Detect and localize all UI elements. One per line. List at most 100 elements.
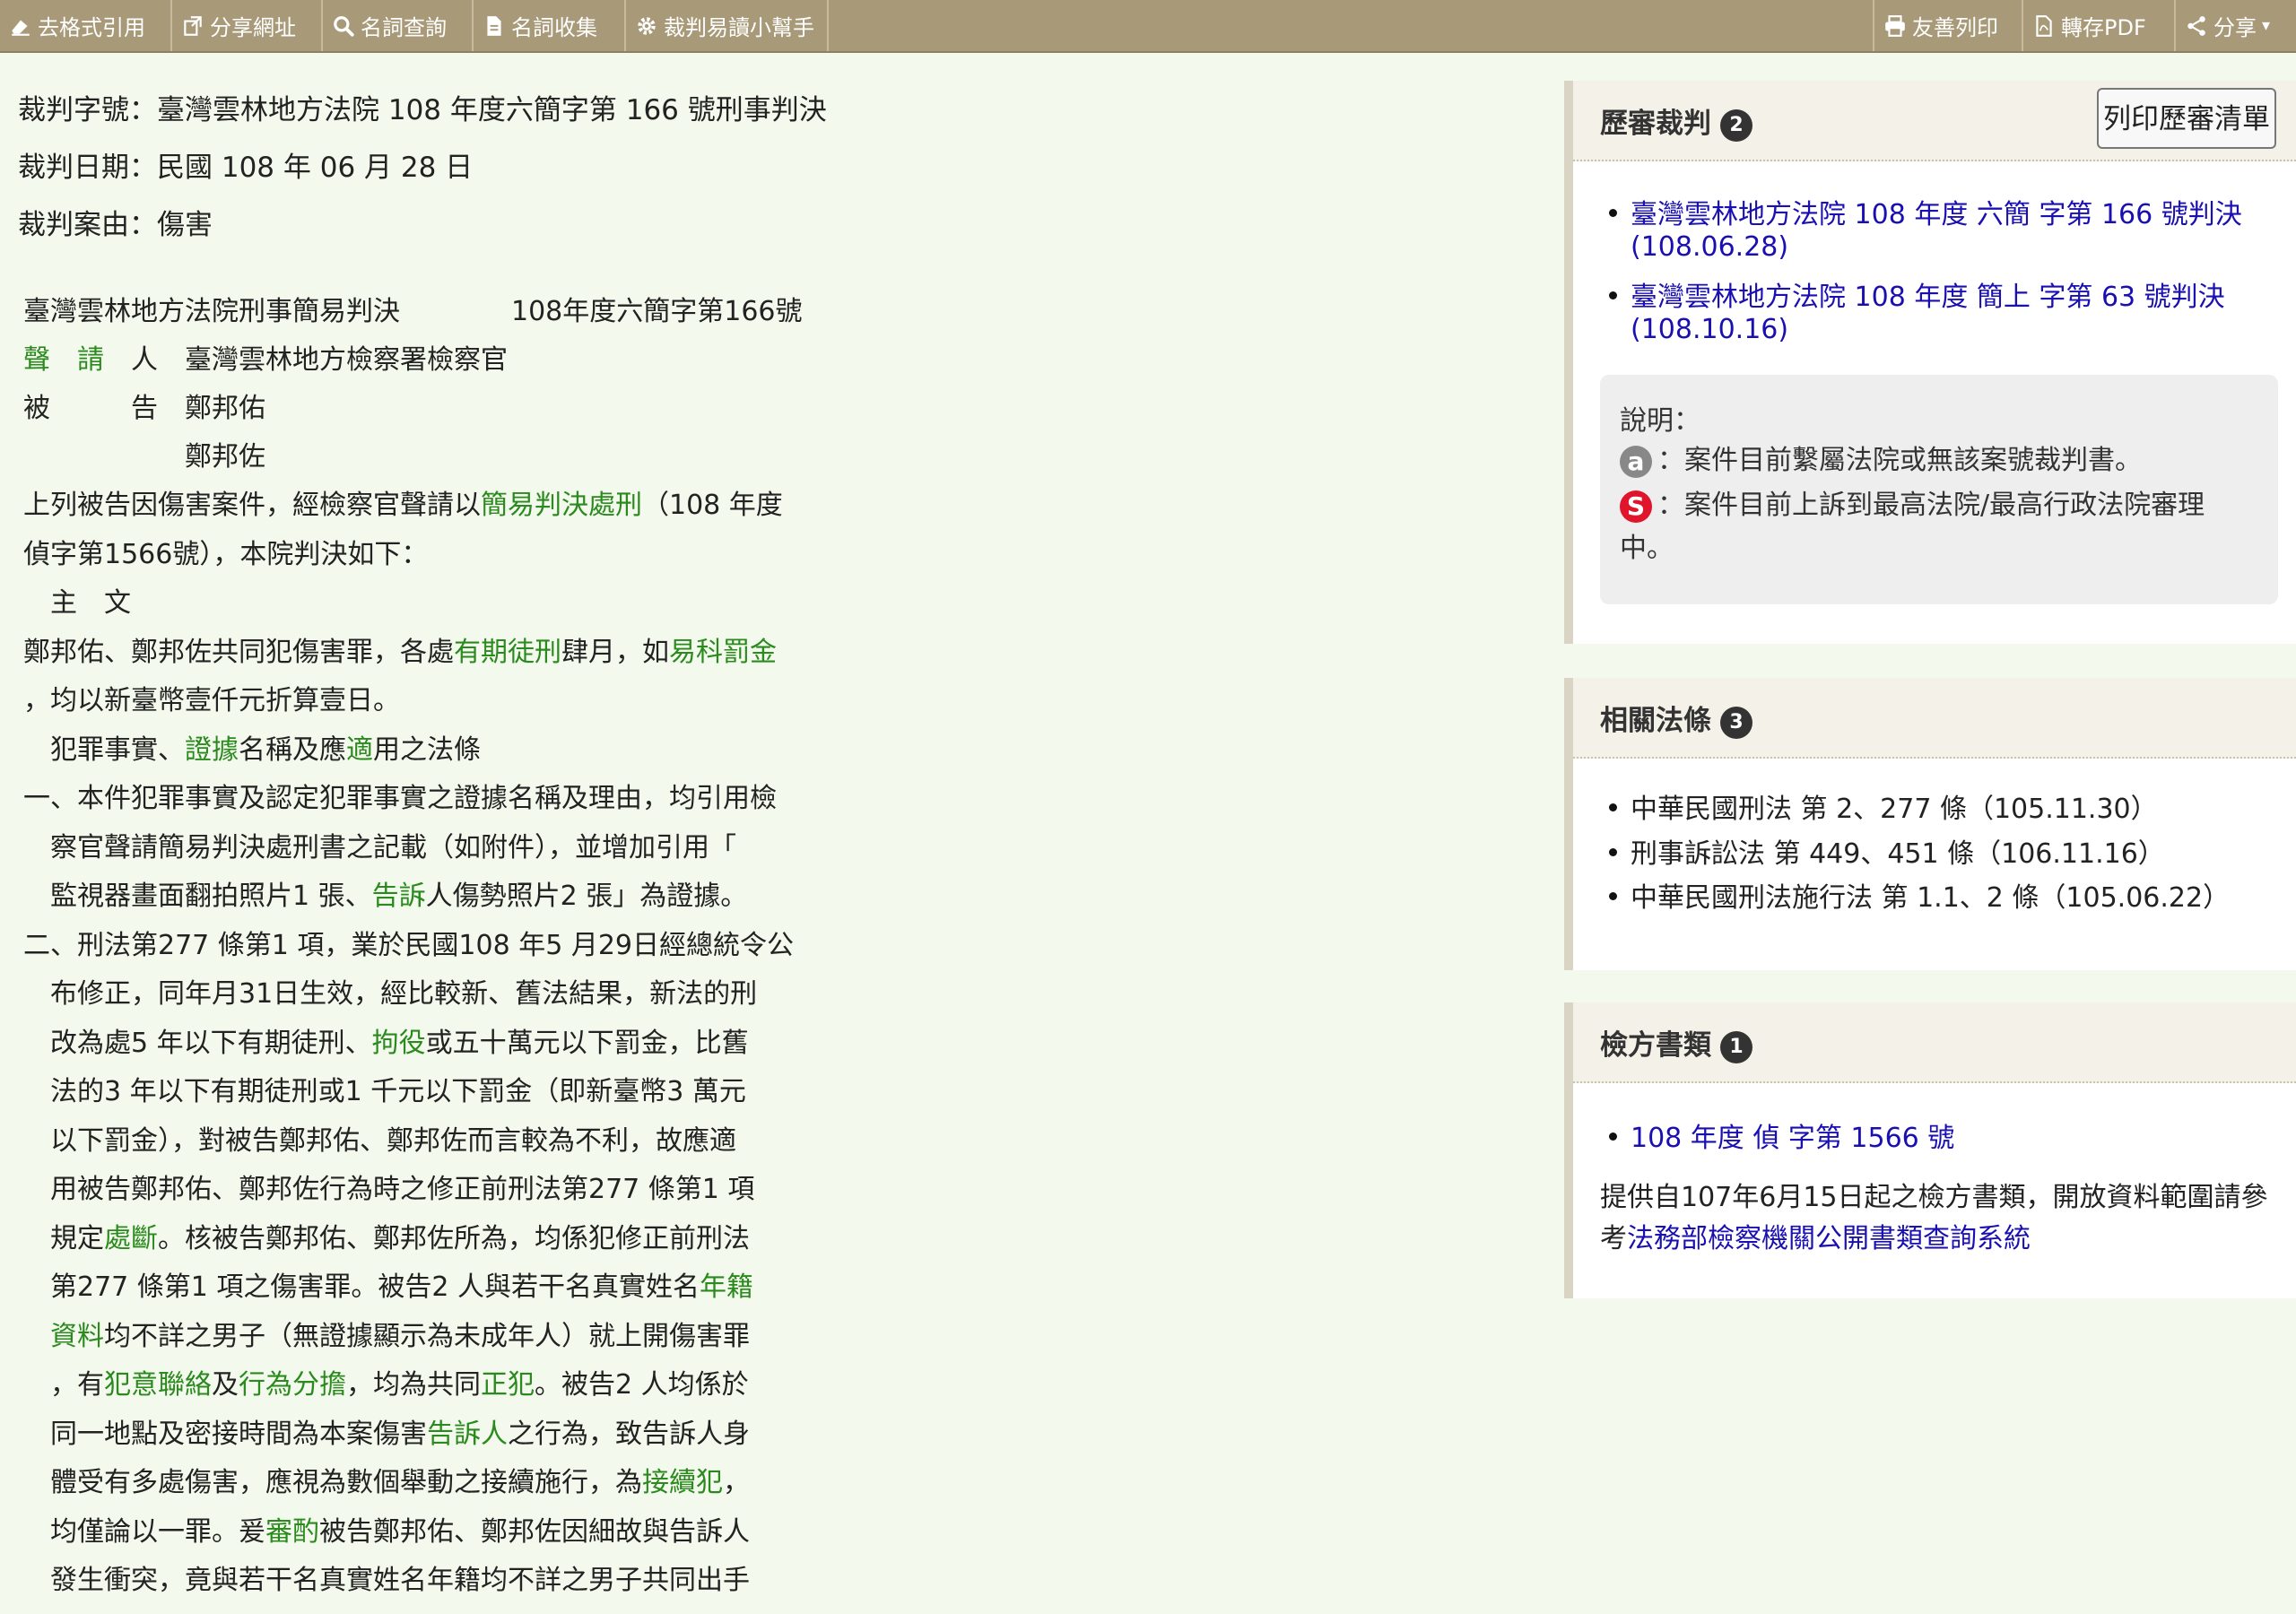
prosecutor-desc-line2: 考法務部檢察機關公開書類查詢系統 <box>1600 1216 2031 1255</box>
bullet-icon <box>1609 803 1617 811</box>
judgment-text: 。核被告鄭邦佑、鄭邦佐所為，均係犯修正前刑法 <box>158 1223 750 1254</box>
history-title-text: 歷審裁判 <box>1600 108 1711 140</box>
judgment-line: 用被告鄭邦佑、鄭邦佐行為時之修正前刑法第277 條第1 項 <box>23 1167 754 1206</box>
note-s-line: S ：案件目前上訴到最高法院/最高行政法院審理 <box>1620 482 2205 523</box>
law-item-3[interactable]: 中華民國刑法施行法 第 1.1、2 條（105.06.22） <box>1631 875 2230 915</box>
print-history-button[interactable]: 列印歷審清單 <box>2097 88 2276 149</box>
legal-term-link[interactable]: 告訴人 <box>427 1419 508 1450</box>
judgment-text: 用被告鄭邦佑、鄭邦佐行為時之修正前刑法第277 條第1 項 <box>23 1174 755 1205</box>
judgment-text: 被告鄭邦佑、鄭邦佐因細故與告訴人 <box>319 1516 750 1548</box>
judgment-text: 之行為，致告訴人身 <box>508 1419 750 1450</box>
judgment-text: 察官聲請簡易判決處刑書之記載（如附件），並增加引用「 <box>23 832 736 863</box>
legal-term-link[interactable]: 資料 <box>50 1321 104 1352</box>
judgment-text: ，有 <box>23 1369 104 1401</box>
judgment-text: 均僅論以一罪。爰 <box>23 1516 265 1548</box>
legal-term-link[interactable]: 接續犯 <box>642 1467 723 1498</box>
law-item-2[interactable]: 刑事訴訟法 第 449、451 條（106.11.16） <box>1631 831 2165 871</box>
legal-term-link[interactable]: 告訴 <box>372 881 426 912</box>
judgment-line: 上列被告因傷害案件，經檢察官聲請以簡易判決處刑（108 年度 <box>23 482 783 522</box>
chevron-down-icon: ▾ <box>2262 16 2271 35</box>
legal-term-link[interactable]: 適 <box>346 734 373 766</box>
judgment-text: 偵字第1566號），本院判決如下： <box>23 539 429 570</box>
law-item-1[interactable]: 中華民國刑法 第 2、277 條（105.11.30） <box>1631 786 2158 826</box>
share-button[interactable]: 分享 ▾ <box>2174 0 2296 51</box>
judgment-text: ，均以新臺幣壹仟元折算壹日。 <box>23 685 400 716</box>
note-title: 說明： <box>1620 405 1700 437</box>
legal-term-link[interactable]: 犯意聯絡 <box>104 1369 212 1401</box>
party-role-applicant: 聲 請 <box>23 344 104 376</box>
judgment-line: 犯罪事實、證據名稱及應適用之法條 <box>23 727 481 767</box>
judgment-line: 第277 條第1 項之傷害罪。被告2 人與若干名真實姓名年籍 <box>23 1264 753 1304</box>
legal-term-link[interactable]: 處斷 <box>104 1223 158 1254</box>
share-url-button[interactable]: 分享網址 <box>172 0 323 51</box>
prosecutor-count-badge: 1 <box>1720 1030 1752 1063</box>
legal-term-link[interactable]: 易科罰金 <box>669 637 777 668</box>
reading-helper-button[interactable]: 裁判易讀小幫手 <box>626 0 829 51</box>
legal-term-link[interactable]: 證據 <box>185 734 239 766</box>
judgment-line: 資料均不詳之男子（無證據顯示為未成年人）就上開傷害罪 <box>23 1314 750 1353</box>
legal-term-link[interactable]: 年籍 <box>700 1271 753 1303</box>
gear-icon <box>638 16 656 35</box>
judgment-text: 發生衝突，竟與若干名真實姓名年籍均不詳之男子共同出手 <box>23 1565 750 1596</box>
judgment-text: 及 <box>212 1369 239 1401</box>
judgment-line: 二、刑法第277 條第1 項，業於民國108 年5 月29日經總統令公 <box>23 923 794 962</box>
history-link-1-date[interactable]: (108.06.28) <box>1631 231 1788 263</box>
history-link-2[interactable]: 臺灣雲林地方法院 108 年度 簡上 字第 63 號判決 <box>1631 274 2225 314</box>
bullet-icon <box>1609 1132 1617 1141</box>
legal-term-link[interactable]: 行為分擔 <box>239 1369 346 1401</box>
term-collect-button[interactable]: 名詞收集 <box>474 0 626 51</box>
prosecutor-panel-title: 檢方書類 1 <box>1600 1022 1752 1063</box>
history-link-1[interactable]: 臺灣雲林地方法院 108 年度 六簡 字第 166 號判決 <box>1631 192 2242 231</box>
share-icon <box>2187 15 2205 36</box>
laws-title-text: 相關法條 <box>1600 705 1711 737</box>
prosecutor-panel-header: 檢方書類 1 <box>1573 1002 2296 1083</box>
prosecutor-desc-prefix: 考 <box>1600 1223 1627 1254</box>
history-link-2-date[interactable]: (108.10.16) <box>1631 314 1788 345</box>
unformat-cite-button[interactable]: 去格式引用 <box>0 0 172 51</box>
judgment-text: 人傷勢照片2 張」為證據。 <box>425 881 748 912</box>
party-defendant-name-2: 鄭邦佐 <box>185 441 265 473</box>
judgment-text: 以下罰金），對被告鄭邦佑、鄭邦佐而言較為不利，故應適 <box>23 1125 736 1157</box>
legal-term-link[interactable]: 簡易判決處刑 <box>481 490 642 521</box>
prosecutor-system-link[interactable]: 法務部檢察機關公開書類查詢系統 <box>1627 1223 2031 1254</box>
prosecutor-panel: 檢方書類 1 108 年度 偵 字第 1566 號 提供自107年6月15日起之檢… <box>1564 1002 2296 1298</box>
note-a-line: a ：案件目前繫屬法院或無該案號裁判書。 <box>1620 438 2142 478</box>
laws-panel: 相關法條 3 中華民國刑法 第 2、277 條（105.11.30） 刑事訴訟法 … <box>1564 678 2296 970</box>
judgment-line: 主 文 <box>23 580 131 620</box>
laws-panel-title: 相關法條 3 <box>1600 698 1752 739</box>
judgment-text: 同一地點及密接時間為本案傷害 <box>23 1419 427 1450</box>
eraser-icon <box>12 20 30 36</box>
bullet-icon <box>1609 209 1617 217</box>
status-s-icon: S <box>1620 490 1652 523</box>
judgment-text: （108 年度 <box>642 490 783 521</box>
legal-term-link[interactable]: 正犯 <box>481 1369 535 1401</box>
unformat-cite-label: 去格式引用 <box>38 15 145 40</box>
judgment-text: 均不詳之男子（無證據顯示為未成年人）就上開傷害罪 <box>104 1321 750 1352</box>
judgment-text: 體受有多處傷害，應視為數個舉動之接續施行，為 <box>23 1467 642 1498</box>
judgment-text: 或五十萬元以下罰金，比舊 <box>425 1028 749 1059</box>
bullet-icon <box>1609 291 1617 299</box>
judgment-text: 名稱及應 <box>239 734 346 766</box>
judgment-line: 體受有多處傷害，應視為數個舉動之接續施行，為接續犯， <box>23 1460 750 1499</box>
judgment-text: 布修正，同年月31日生效，經比較新、舊法結果，新法的刑 <box>23 978 758 1010</box>
prosecutor-doc-link[interactable]: 108 年度 偵 字第 1566 號 <box>1631 1115 1954 1155</box>
legal-term-link[interactable]: 有期徒刑 <box>454 637 561 668</box>
judgment-text: 鄭邦佑、鄭邦佐共同犯傷害罪，各處 <box>23 637 454 668</box>
document-icon <box>487 15 501 36</box>
reading-helper-label: 裁判易讀小幫手 <box>664 15 814 40</box>
export-pdf-button[interactable]: 轉存PDF <box>2022 0 2174 51</box>
case-number: 裁判字號：臺灣雲林地方法院 108 年度六簡字第 166 號刑事判決 <box>18 94 827 126</box>
judgment-line: ，有犯意聯絡及行為分擔，均為共同正犯。被告2 人均係於 <box>23 1362 749 1401</box>
judgment-line: 以下罰金），對被告鄭邦佑、鄭邦佐而言較為不利，故應適 <box>23 1118 736 1158</box>
bullet-icon <box>1609 848 1617 856</box>
legal-term-link[interactable]: 拘役 <box>372 1028 426 1059</box>
legal-term-link[interactable]: 審酌 <box>265 1516 319 1548</box>
friendly-print-button[interactable]: 友善列印 <box>1873 0 2022 51</box>
search-icon <box>334 15 354 37</box>
judgment-text: ，均為共同 <box>346 1369 481 1401</box>
judgment-text: 規定 <box>23 1223 104 1254</box>
party-role-applicant-suffix: 人 <box>131 344 158 376</box>
term-search-button[interactable]: 名詞查詢 <box>323 0 474 51</box>
judgment-line: 改為處5 年以下有期徒刑、拘役或五十萬元以下罰金，比舊 <box>23 1020 749 1060</box>
friendly-print-label: 友善列印 <box>1912 15 1998 40</box>
